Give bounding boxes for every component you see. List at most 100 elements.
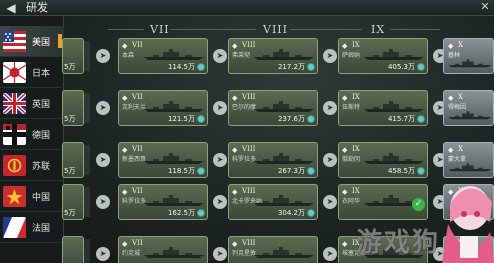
ship-silhouette-icon — [448, 163, 492, 172]
ship-silhouette-icon — [254, 101, 314, 112]
close-icon[interactable]: ✕ — [478, 0, 492, 14]
ship-cost: 458.5万 — [387, 167, 415, 175]
ship-cost: 162.5万 — [167, 209, 195, 217]
ship-silhouette-icon — [364, 49, 424, 60]
xp-icon — [307, 115, 315, 123]
ship-card[interactable]: ◆ VII 本森 114.5万 — [118, 38, 208, 74]
ship-card[interactable]: ◆ VII 克利夫兰 121.5万 — [118, 90, 208, 126]
ship-card[interactable]: ◆ VIII 巴尔的摩 237.6万 — [228, 90, 318, 126]
tier-header: IX — [371, 23, 386, 36]
researched-check-icon: ✓ — [412, 198, 425, 211]
ship-card[interactable]: ◆ VIII 北卡罗来纳 304.2万 — [228, 184, 318, 220]
ship-class-icon: ◆ — [122, 240, 128, 248]
ship-silhouette-icon — [144, 247, 204, 258]
ship-card-prev[interactable]: 5万 — [62, 38, 84, 74]
nation-tab-japan[interactable]: 日本 — [0, 57, 64, 88]
ship-card[interactable]: ◆ IX 俄勒冈 458.5万 — [338, 142, 428, 178]
nation-label: 美国 — [32, 38, 51, 48]
mascot-character — [442, 186, 494, 263]
ship-silhouette-icon — [254, 247, 314, 258]
china-flag-icon — [3, 186, 26, 207]
arrow-icon: ➤ — [213, 49, 227, 63]
uk-flag-icon — [3, 93, 26, 114]
ship-cost: 415.7万 — [387, 115, 415, 123]
ship-name: 俄勒冈 — [342, 156, 361, 163]
ship-silhouette-icon — [144, 101, 204, 112]
xp-icon — [417, 115, 425, 123]
ship-class-icon: ◆ — [342, 146, 348, 154]
ship-card-next[interactable]: ◆ X 基林 — [443, 38, 494, 74]
arrow-icon: ➤ — [213, 153, 227, 167]
nation-tab-china[interactable]: 中国 — [0, 181, 64, 212]
ship-name: 衣阿华 — [342, 198, 361, 205]
ship-card[interactable]: ◆ VIII 列克星敦 — [228, 236, 318, 263]
ship-cost: 5万 — [64, 63, 76, 71]
arrow-icon: ➤ — [213, 195, 227, 209]
japan-flag-icon — [3, 62, 26, 83]
ship-card[interactable]: ◆ VII 新墨西哥 118.5万 — [118, 142, 208, 178]
arrow-icon: ➤ — [323, 153, 337, 167]
ship-card[interactable]: ◆ VIII 弗莱彻 217.2万 — [228, 38, 318, 74]
page-title: 研发 — [26, 1, 48, 14]
nation-label: 德国 — [32, 131, 51, 141]
nation-sidebar: 美国 日本 英国 德国 苏联 中国 法国 — [0, 16, 64, 263]
ship-card[interactable]: ◆ VIII 科罗拉多 267.3万 — [228, 142, 318, 178]
ship-cost: 121.5万 — [167, 115, 195, 123]
ship-silhouette-icon — [254, 195, 314, 206]
ship-silhouette-icon — [448, 111, 492, 120]
ship-card[interactable]: ◆ VII 约克城 — [118, 236, 208, 263]
nation-tab-uk[interactable]: 英国 — [0, 88, 64, 119]
ship-cost: 217.2万 — [277, 63, 305, 71]
ship-silhouette-icon — [364, 101, 424, 112]
arrow-icon: ➤ — [96, 153, 110, 167]
nation-tab-france[interactable]: 法国 — [0, 212, 64, 243]
nation-tab-germany[interactable]: 德国 — [0, 119, 64, 150]
nation-tab-usa[interactable]: 美国 — [0, 26, 64, 57]
nation-tab-ussr[interactable]: 苏联 — [0, 150, 64, 181]
back-arrow-icon[interactable]: ◀ — [2, 1, 20, 15]
ship-card[interactable]: ◆ VII 科罗拉多 162.5万 — [118, 184, 208, 220]
tier-header: VIII — [263, 23, 288, 36]
ship-cost: 5万 — [64, 115, 76, 123]
ship-card[interactable]: ◆ IX 衣阿华 ✓ — [338, 184, 428, 220]
xp-icon — [307, 63, 315, 71]
ship-cost: 5万 — [64, 167, 76, 175]
tier-divider — [390, 29, 440, 30]
ship-class-icon: ◆ — [232, 42, 238, 50]
nation-label: 法国 — [32, 224, 51, 234]
ship-card-prev[interactable]: 5万 — [62, 90, 84, 126]
ship-silhouette-icon — [144, 195, 204, 206]
ship-class-icon: ◆ — [232, 188, 238, 196]
ship-class-icon: ◆ — [342, 240, 348, 248]
ship-class-icon: ◆ — [448, 94, 454, 102]
ship-card-prev[interactable]: 5万 — [62, 184, 84, 220]
ship-silhouette-icon — [144, 153, 204, 164]
ship-card-prev[interactable] — [62, 236, 84, 263]
ship-silhouette-icon — [448, 59, 492, 68]
ship-tier: VII — [132, 145, 143, 153]
ship-card[interactable]: ◆ IX 伍斯特 415.7万 — [338, 90, 428, 126]
arrow-icon: ➤ — [96, 195, 110, 209]
ship-class-icon: ◆ — [448, 42, 454, 50]
nation-label: 中国 — [32, 193, 51, 203]
germany-flag-icon — [3, 124, 26, 145]
arrow-icon: ➤ — [96, 101, 110, 115]
ship-class-icon: ◆ — [122, 42, 128, 50]
ship-card-next[interactable]: ◆ X 得梅因 — [443, 90, 494, 126]
xp-icon — [417, 167, 425, 175]
ship-tier: X — [458, 145, 463, 153]
ship-card[interactable]: ◆ IX 萨姆纳 405.3万 — [338, 38, 428, 74]
tier-divider — [170, 29, 256, 30]
ussr-flag-icon — [3, 155, 26, 176]
tier-divider — [108, 29, 144, 30]
research-screen: ◀ 研发 ✕ 美国 日本 英国 德国 苏联 中国 法国 VII VIII IX … — [0, 0, 494, 263]
ship-name: 弗莱彻 — [232, 52, 251, 59]
ship-cost: 118.5万 — [167, 167, 195, 175]
nation-label: 苏联 — [32, 162, 51, 172]
ship-tier: X — [458, 93, 463, 101]
xp-icon — [197, 209, 205, 217]
ship-card-next[interactable]: ◆ X 蒙大拿 — [443, 142, 494, 178]
ship-card-prev[interactable]: 5万 — [62, 142, 84, 178]
ship-class-icon: ◆ — [232, 94, 238, 102]
xp-icon — [307, 167, 315, 175]
